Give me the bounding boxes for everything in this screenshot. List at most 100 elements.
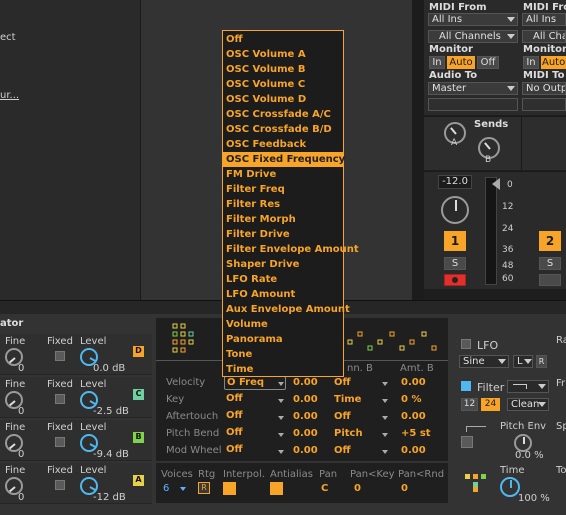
matrix-dest-b[interactable]: Time (334, 394, 361, 405)
menu-item[interactable]: Tone (223, 347, 343, 362)
matrix-amt-a[interactable]: 0.00 (293, 394, 318, 405)
pitch-env-toggle[interactable] (461, 436, 473, 448)
midi-from-select[interactable]: All Ins (428, 13, 518, 26)
chevron-down-icon (278, 382, 284, 386)
time-knob[interactable] (500, 477, 520, 497)
monitor-auto-button[interactable]: Auto (447, 56, 475, 69)
lfo-wave-select[interactable]: Sine (459, 355, 509, 368)
pan-key-value[interactable]: 0 (354, 483, 361, 494)
operator-tag[interactable]: A (133, 475, 144, 486)
pan-rnd-value[interactable]: 0 (401, 483, 408, 494)
antialias-toggle[interactable] (270, 482, 283, 495)
matrix-amt-a[interactable]: 0.00 (293, 428, 318, 439)
matrix-dest-a[interactable]: O Freq (224, 376, 286, 390)
lfo-retrigger-button[interactable]: R (536, 355, 547, 368)
lfo-l-select[interactable]: L (513, 355, 533, 368)
algorithm-mini-icon[interactable] (465, 474, 487, 492)
filter-toggle[interactable] (461, 381, 471, 391)
menu-item[interactable]: FM Drive (223, 167, 343, 182)
menu-item[interactable]: OSC Volume B (223, 62, 343, 77)
midi-to-select[interactable]: No Outp (522, 82, 566, 95)
filter-mode-select[interactable]: Clean (507, 398, 549, 411)
matrix-amt-b[interactable]: 0 % (401, 394, 421, 405)
rtg-button[interactable]: R (198, 482, 210, 494)
menu-item[interactable]: Filter Morph (223, 212, 343, 227)
arm-button[interactable] (444, 274, 466, 286)
monitor-auto-button-2[interactable]: Auto (541, 56, 566, 69)
fixed-toggle[interactable] (55, 351, 65, 361)
audio-to-select[interactable]: Master (428, 82, 518, 95)
operator-tag[interactable]: C (133, 389, 144, 400)
midi-to-label: MIDI To (523, 70, 565, 81)
fixed-toggle[interactable] (55, 480, 65, 490)
fixed-toggle[interactable] (55, 394, 65, 404)
matrix-dest-a[interactable]: Off (224, 444, 286, 458)
fixed-toggle[interactable] (55, 437, 65, 447)
pan-value[interactable]: C (321, 483, 328, 494)
menu-item[interactable]: OSC Volume C (223, 77, 343, 92)
track-number-button[interactable]: 1 (444, 231, 466, 251)
matrix-dest-b[interactable]: Off (334, 377, 351, 388)
left-label-2[interactable]: ur... (0, 90, 19, 101)
menu-item[interactable]: OSC Volume D (223, 92, 343, 107)
volume-display[interactable]: -12.0 (438, 175, 472, 189)
menu-item[interactable]: Filter Envelope Amount (223, 242, 359, 257)
menu-item[interactable]: Off (223, 32, 343, 47)
operator-tag[interactable]: D (133, 346, 144, 357)
monitor-off-button[interactable]: Off (477, 56, 499, 69)
menu-item[interactable]: Shaper Drive (223, 257, 343, 272)
monitor-in-button[interactable]: In (429, 56, 445, 69)
matrix-dest-a[interactable]: Off (224, 427, 286, 441)
menu-item[interactable]: LFO Rate (223, 272, 343, 287)
menu-item[interactable]: Time (223, 362, 343, 377)
menu-item[interactable]: OSC Crossfade B/D (223, 122, 343, 137)
matrix-amt-b[interactable]: +5 st (401, 428, 431, 439)
matrix-dest-a[interactable]: Off (224, 393, 286, 407)
menu-item[interactable]: OSC Volume A (223, 47, 343, 62)
matrix-dest-b[interactable]: Pitch (334, 428, 363, 439)
filter-12-button[interactable]: 12 (461, 398, 478, 411)
midi-from-select-2[interactable]: All Ins (522, 13, 566, 26)
channel-select-2[interactable]: All Chann (522, 30, 566, 43)
matrix-amt-b[interactable]: 0.00 (401, 377, 426, 388)
menu-item[interactable]: OSC Crossfade A/C (223, 107, 343, 122)
operator-tag[interactable]: B (133, 432, 144, 443)
menu-item[interactable]: OSC Feedback (223, 137, 343, 152)
interpol-toggle[interactable] (223, 482, 236, 495)
knob-pointer (8, 357, 16, 364)
lfo-toggle[interactable] (461, 339, 471, 349)
volume-fader-track[interactable] (485, 177, 497, 285)
matrix-amt-b[interactable]: 0.00 (401, 411, 426, 422)
matrix-amt-a[interactable]: 0.00 (293, 445, 318, 456)
menu-item[interactable]: Aux Envelope Amount (223, 302, 350, 317)
menu-item[interactable]: Filter Freq (223, 182, 343, 197)
knob-pointer (510, 480, 512, 488)
audio-to-channel-select[interactable] (428, 98, 518, 111)
solo-button-2[interactable]: S (539, 257, 561, 270)
menu-item[interactable]: LFO Amount (223, 287, 343, 302)
menu-item[interactable]: Volume (223, 317, 343, 332)
menu-item[interactable]: OSC Fixed Frequency (223, 152, 345, 167)
menu-item[interactable]: Panorama (223, 332, 343, 347)
filter-type-select[interactable] (507, 380, 549, 393)
monitor-in-button-2[interactable]: In (523, 56, 539, 69)
matrix-dest-b[interactable]: Off (334, 445, 351, 456)
matrix-amt-b[interactable]: 0.00 (401, 445, 426, 456)
algorithm-icon[interactable] (170, 322, 210, 356)
envelope-points-svg (347, 331, 437, 351)
menu-item[interactable]: Filter Drive (223, 227, 343, 242)
filter-24-button[interactable]: 24 (481, 398, 500, 411)
menu-item[interactable]: Filter Res (223, 197, 343, 212)
level-label: Level (80, 336, 107, 347)
voices-value[interactable]: 6 (163, 483, 169, 494)
matrix-dest-b[interactable]: Off (334, 411, 351, 422)
matrix-dest-a[interactable]: Off (224, 410, 286, 424)
track-2-number-button[interactable]: 2 (539, 231, 561, 251)
midi-to-channel-select[interactable] (522, 98, 566, 111)
channel-select[interactable]: All Channels (428, 30, 518, 43)
track-2-arm-button[interactable] (539, 274, 561, 286)
pan-knob[interactable] (441, 196, 469, 224)
solo-button[interactable]: S (444, 257, 466, 270)
matrix-amt-a[interactable]: 0.00 (293, 377, 318, 388)
matrix-amt-a[interactable]: 0.00 (293, 411, 318, 422)
